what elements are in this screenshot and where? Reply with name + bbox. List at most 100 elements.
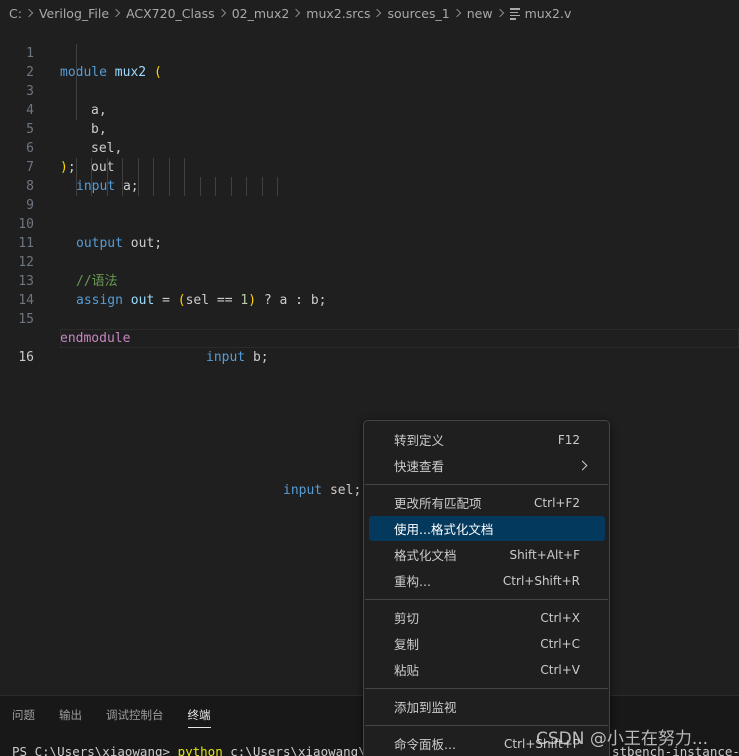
indent-guide bbox=[215, 177, 216, 196]
chevron-right-icon bbox=[292, 8, 301, 18]
menu-item-change-all-occurrences[interactable]: 更改所有匹配项 Ctrl+F2 bbox=[369, 490, 605, 515]
current-line-highlight bbox=[60, 329, 739, 348]
indent-guide bbox=[76, 82, 77, 101]
code-line[interactable]: 9 input sel; bbox=[0, 177, 739, 498]
menu-item-paste[interactable]: 粘贴 Ctrl+V bbox=[369, 657, 605, 682]
breadcrumb-folder-acx720-class[interactable]: ACX720_Class bbox=[126, 6, 215, 21]
indent-guide bbox=[76, 101, 77, 120]
indent-guide bbox=[262, 177, 263, 196]
menu-item-label: 重构... bbox=[394, 574, 431, 589]
menu-item-shortcut: Ctrl+Shift+R bbox=[502, 573, 580, 588]
code-line[interactable]: 4 sel, bbox=[0, 82, 739, 156]
code-line[interactable]: 12 //语法 bbox=[0, 234, 739, 289]
breadcrumb-file-label: mux2.v bbox=[524, 5, 572, 21]
menu-item-label: 格式化文档 bbox=[394, 548, 457, 563]
menu-item-refactor[interactable]: 重构... Ctrl+Shift+R bbox=[369, 568, 605, 593]
menu-item-add-to-watch[interactable]: 添加到监视 bbox=[369, 694, 605, 719]
statement-text: sel; bbox=[329, 483, 362, 498]
menu-item-label: 添加到监视 bbox=[394, 700, 457, 715]
code-line[interactable]: 5 out bbox=[0, 101, 739, 175]
context-menu: 转到定义 F12 快速查看 更改所有匹配项 Ctrl+F2 使用...格式化文档 格… bbox=[363, 420, 610, 756]
tab-output[interactable]: 输出 bbox=[59, 707, 82, 728]
code-line[interactable]: 6 ); bbox=[0, 120, 739, 175]
indent-guide bbox=[184, 177, 185, 196]
chevron-right-icon bbox=[373, 8, 382, 18]
chevron-right-icon bbox=[217, 8, 226, 18]
panel-tabs: 问题 输出 调试控制台 终端 bbox=[12, 707, 211, 728]
menu-item-format-document[interactable]: 格式化文档 Shift+Alt+F bbox=[369, 542, 605, 567]
menu-item-format-document-with[interactable]: 使用...格式化文档 bbox=[369, 516, 605, 541]
indent-guide bbox=[169, 177, 170, 196]
indent-guide bbox=[138, 158, 139, 177]
menu-item-label: 粘贴 bbox=[394, 663, 420, 678]
indent-guide bbox=[76, 177, 77, 196]
code-line[interactable]: 2 a, bbox=[0, 44, 739, 118]
menu-item-copy[interactable]: 复制 Ctrl+C bbox=[369, 631, 605, 656]
breadcrumb-drive[interactable]: C: bbox=[9, 6, 22, 21]
terminal-command: python bbox=[177, 744, 223, 756]
menu-item-go-to-definition[interactable]: 转到定义 F12 bbox=[369, 427, 605, 452]
menu-item-label: 剪切 bbox=[394, 611, 420, 626]
code-line[interactable]: 8 input b; bbox=[0, 158, 739, 365]
indent-guide bbox=[200, 177, 201, 196]
indent-guide bbox=[184, 158, 185, 177]
indent-guide bbox=[153, 177, 154, 196]
watermark: CSDN @小王在努力... bbox=[536, 729, 709, 749]
indent-guide bbox=[246, 177, 247, 196]
tab-debug-console[interactable]: 调试控制台 bbox=[106, 707, 164, 728]
breadcrumb-folder-02-mux2[interactable]: 02_mux2 bbox=[232, 6, 290, 21]
code-line[interactable]: 10 output out; bbox=[0, 196, 739, 251]
indent-guide bbox=[76, 44, 77, 63]
tab-terminal[interactable]: 终端 bbox=[187, 707, 211, 728]
code-line[interactable]: 3 b, bbox=[0, 63, 739, 137]
menu-item-shortcut: Ctrl+X bbox=[540, 610, 580, 625]
chevron-right-icon bbox=[452, 8, 461, 18]
terminal-prompt: PS C:\Users\xiaowang> bbox=[12, 744, 178, 756]
menu-item-label: 复制 bbox=[394, 637, 420, 652]
indent-guide bbox=[122, 177, 123, 196]
menu-item-shortcut: F12 bbox=[557, 432, 580, 447]
chevron-right-icon bbox=[577, 460, 588, 471]
line-number: 16 bbox=[18, 350, 34, 365]
breadcrumb-folder-new[interactable]: new bbox=[467, 6, 493, 21]
indent-guide bbox=[107, 177, 108, 196]
breadcrumb-folder-verilog-file[interactable]: Verilog_File bbox=[39, 6, 109, 21]
indent-guide bbox=[277, 177, 278, 196]
menu-item-label: 转到定义 bbox=[394, 433, 445, 448]
menu-item-shortcut: Shift+Alt+F bbox=[509, 547, 580, 562]
code-line[interactable]: 11 bbox=[0, 215, 739, 251]
indent-guide bbox=[76, 158, 77, 177]
indent-guide bbox=[122, 158, 123, 177]
code-line-current[interactable]: 16 bbox=[0, 310, 739, 365]
code-line[interactable]: 7 input a; bbox=[0, 139, 739, 194]
breadcrumb-file[interactable]: mux2.v bbox=[509, 5, 572, 21]
menu-item-peek[interactable]: 快速查看 bbox=[369, 453, 605, 478]
menu-item-shortcut: Ctrl+F2 bbox=[534, 495, 580, 510]
menu-separator bbox=[365, 688, 608, 689]
breadcrumb: C: Verilog_File ACX720_Class 02_mux2 mux… bbox=[0, 0, 739, 26]
breadcrumb-folder-mux2-srcs[interactable]: mux2.srcs bbox=[306, 6, 370, 21]
chevron-right-icon bbox=[111, 8, 121, 18]
menu-item-label: 命令面板... bbox=[394, 737, 456, 752]
code-line[interactable]: 1 module mux2 ( bbox=[0, 25, 739, 80]
indent-guide bbox=[153, 158, 154, 177]
keyword: input bbox=[206, 350, 246, 365]
indent-guide bbox=[91, 177, 92, 196]
tab-problems[interactable]: 问题 bbox=[12, 707, 35, 728]
indent-guide bbox=[91, 158, 92, 177]
indent-guide bbox=[169, 158, 170, 177]
indent-guide bbox=[138, 177, 139, 196]
menu-item-shortcut: Ctrl+C bbox=[540, 636, 580, 651]
breadcrumb-folder-sources-1[interactable]: sources_1 bbox=[387, 6, 449, 21]
menu-item-label: 更改所有匹配项 bbox=[394, 496, 482, 511]
code-line[interactable]: 15 endmodule bbox=[0, 291, 739, 346]
code-line[interactable]: 14 bbox=[0, 272, 739, 308]
code-line[interactable]: 13 assign out = (sel == 1) ? a : b; bbox=[0, 253, 739, 308]
chevron-right-icon bbox=[24, 8, 34, 18]
indent-guide bbox=[76, 63, 77, 82]
menu-item-cut[interactable]: 剪切 Ctrl+X bbox=[369, 605, 605, 630]
chevron-right-icon bbox=[495, 8, 504, 18]
terminal-output[interactable]: PS C:\Users\xiaowang> python c:\Users\xi… bbox=[12, 744, 388, 756]
keyword: input bbox=[283, 483, 323, 498]
menu-item-shortcut: Ctrl+V bbox=[540, 662, 580, 677]
